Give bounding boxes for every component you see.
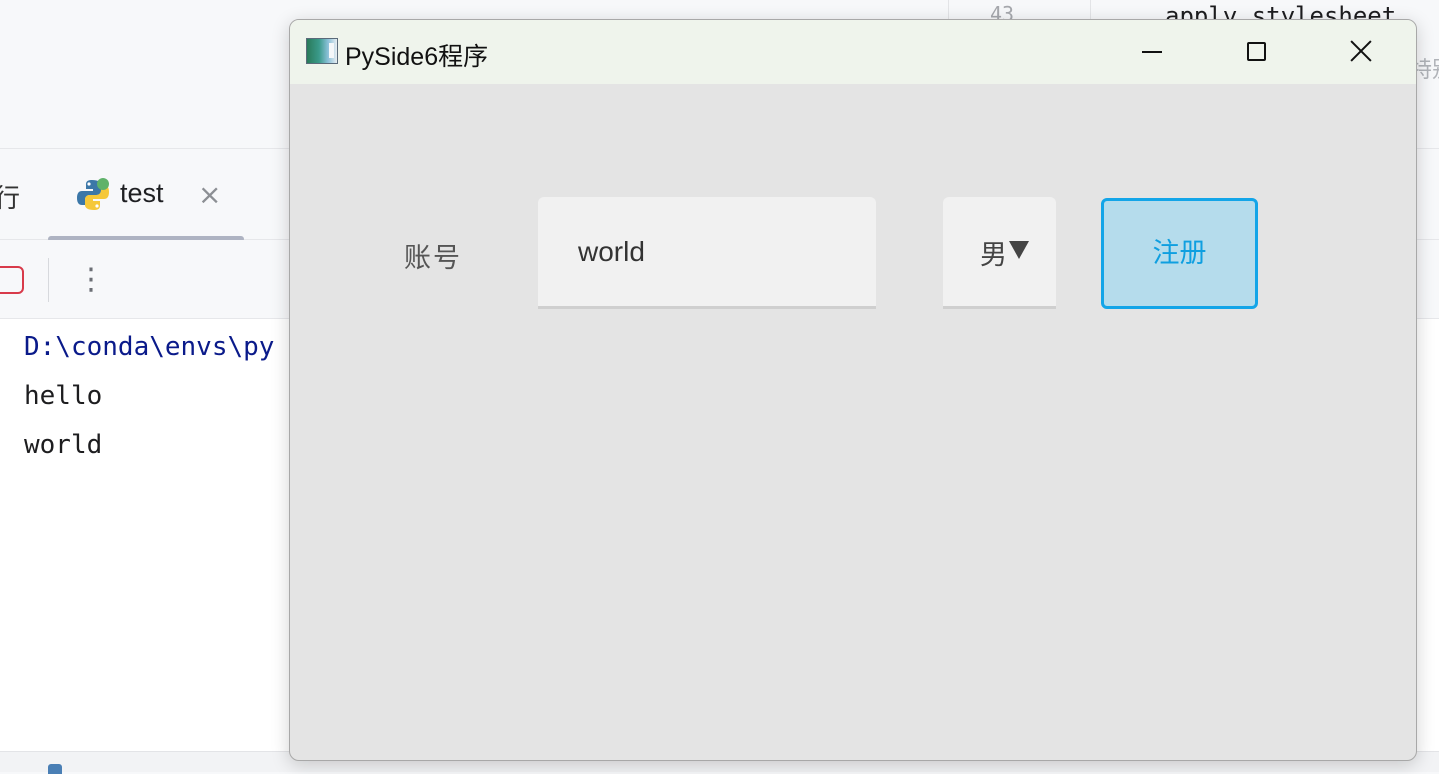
pyside-window: PySide6程序 账号 男 注册 bbox=[289, 19, 1417, 761]
console-line: D:\conda\envs\py bbox=[24, 332, 275, 362]
tab-close-icon[interactable]: × bbox=[198, 178, 221, 211]
dropdown-arrow-icon bbox=[1009, 241, 1029, 259]
maximize-button[interactable] bbox=[1206, 20, 1306, 84]
close-button[interactable] bbox=[1310, 20, 1410, 84]
stop-icon[interactable] bbox=[0, 266, 24, 294]
account-label: 账号 bbox=[404, 243, 462, 274]
gender-select[interactable]: 男 bbox=[943, 197, 1056, 309]
tab-label: test bbox=[120, 178, 164, 208]
status-python-icon bbox=[48, 764, 62, 774]
title-bar[interactable]: PySide6程序 bbox=[290, 20, 1416, 84]
console-line: world bbox=[24, 430, 103, 460]
python-icon bbox=[77, 178, 109, 210]
gender-value: 男 bbox=[980, 240, 1007, 271]
tab-test[interactable]: test × bbox=[48, 166, 244, 242]
console-line: hello bbox=[24, 381, 103, 411]
tab-partial-label[interactable]: 行 bbox=[0, 178, 20, 215]
minimize-icon bbox=[1142, 51, 1162, 53]
window-title: PySide6程序 bbox=[345, 43, 489, 71]
close-icon bbox=[1350, 40, 1372, 62]
more-options-icon[interactable]: ⋮ bbox=[76, 260, 106, 300]
maximize-icon bbox=[1247, 42, 1266, 61]
app-icon bbox=[306, 38, 338, 64]
toolbar-divider bbox=[48, 258, 49, 302]
minimize-button[interactable] bbox=[1100, 20, 1200, 84]
account-input[interactable] bbox=[538, 197, 876, 309]
register-button[interactable]: 注册 bbox=[1101, 198, 1258, 309]
